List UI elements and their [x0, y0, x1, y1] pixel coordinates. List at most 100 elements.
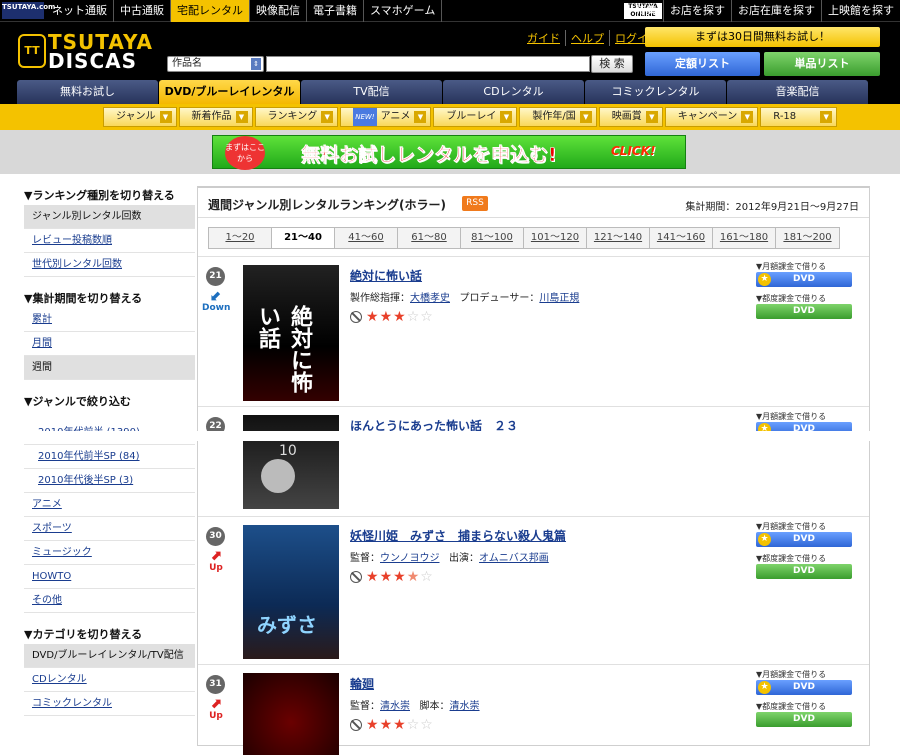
credit-value-link[interactable]: ウンノヨウジ: [380, 553, 440, 564]
page-link[interactable]: 41～60: [335, 228, 398, 248]
page-scrollbar[interactable]: [888, 186, 900, 732]
global-nav-item[interactable]: 特集: [629, 0, 664, 22]
sidebar-item-review-count[interactable]: レビュー投稿数順: [24, 229, 195, 253]
single-label: ▼都度課金で借りる: [756, 294, 827, 303]
subnav-label: ランキング: [267, 111, 318, 122]
no-entry-icon: [350, 719, 362, 731]
rss-button[interactable]: RSS: [462, 196, 488, 211]
global-nav-item[interactable]: お店在庫を探す: [732, 0, 822, 22]
tsutaya-com-logo[interactable]: TSUTAYA.com: [2, 2, 55, 19]
search-type-select[interactable]: 作品名 ⇕: [167, 56, 264, 72]
search-input[interactable]: [266, 56, 590, 72]
sidebar-item-generation[interactable]: 世代別レンタル回数: [24, 253, 195, 277]
credit-value-link[interactable]: 清水崇: [380, 701, 410, 712]
guide-link[interactable]: ガイド: [522, 30, 566, 46]
monthly-dvd-button[interactable]: ★ DVD: [756, 680, 852, 695]
sidebar-item-monthly[interactable]: 月間: [24, 332, 195, 356]
monthly-dvd-button[interactable]: ★ DVD: [756, 272, 852, 287]
tab-free-trial[interactable]: 無料お試し: [17, 80, 158, 104]
sidebar-item-total[interactable]: 累計: [24, 308, 195, 332]
item-title-link[interactable]: 妖怪川姫 みずさ 捕まらない殺人鬼篇: [350, 527, 566, 544]
new-badge: NEW!: [353, 108, 377, 126]
global-nav-item[interactable]: 電子書籍: [307, 0, 364, 22]
search-button[interactable]: 検 索: [591, 55, 633, 73]
global-nav-item[interactable]: 映像配信: [250, 0, 307, 22]
discas-logo[interactable]: TT TSUTAYA DISCAS: [18, 30, 152, 73]
dvd-jacket-image[interactable]: 絶対に怖い話: [243, 265, 339, 401]
ranking-header: 週間ジャンル別レンタルランキング(ホラー) RSS 集計期間：2012年9月21…: [198, 188, 869, 218]
single-dvd-button[interactable]: DVD: [756, 304, 852, 319]
credit-value-link[interactable]: 川島正規: [539, 293, 579, 304]
single-item-list-button[interactable]: 単品リスト: [764, 52, 880, 76]
help-link[interactable]: ヘルプ: [566, 30, 610, 46]
global-nav-item[interactable]: 上映館を探す: [822, 0, 900, 22]
tab-dvd-rental[interactable]: DVD/ブルーレイレンタル: [159, 80, 300, 104]
subnav-label: ジャンル: [116, 111, 156, 122]
subnav-anime[interactable]: NEW! アニメ ▼: [340, 107, 432, 127]
global-nav-item[interactable]: スマホゲーム: [364, 0, 443, 22]
subnav-r18[interactable]: R-18 ▼: [760, 107, 838, 127]
credit-value-link[interactable]: 大橋孝史: [410, 293, 450, 304]
dvd-label: DVD: [793, 714, 815, 724]
dvd-jacket-image[interactable]: 10: [243, 415, 339, 509]
credit-value-link[interactable]: 清水崇: [450, 701, 480, 712]
dvd-jacket-image[interactable]: みずさ: [243, 525, 339, 659]
global-nav-item[interactable]: 中古通販: [114, 0, 171, 22]
sidebar-item-genre-rental-count[interactable]: ジャンル別レンタル回数: [24, 205, 195, 229]
sidebar-item-dvd-category[interactable]: DVD/ブルーレイレンタル/TV配信: [24, 644, 195, 668]
item-title-link[interactable]: 輪廻: [350, 675, 374, 692]
subnav-campaign[interactable]: キャンペーン ▼: [664, 107, 759, 127]
sidebar-item-anime[interactable]: アニメ: [24, 493, 195, 517]
dropdown-arrow-icon: ▼: [500, 111, 513, 123]
tab-music[interactable]: 音楽配信: [727, 80, 868, 104]
credit-value-link[interactable]: オムニバス邦画: [479, 553, 549, 564]
page-link[interactable]: 181～200: [776, 228, 839, 248]
page-link[interactable]: 81～100: [461, 228, 524, 248]
subnav-bluray[interactable]: ブルーレイ ▼: [433, 107, 518, 127]
monthly-dvd-button[interactable]: ★ DVD: [756, 532, 852, 547]
tab-comic-rental[interactable]: コミックレンタル: [585, 80, 726, 104]
sidebar-item-cd-category[interactable]: CDレンタル: [24, 668, 195, 692]
page-link[interactable]: 61～80: [398, 228, 461, 248]
free-trial-promo-banner[interactable]: まずはここから 無料お試しレンタルを申込む! CLICK!: [212, 135, 686, 170]
sidebar-item-weekly[interactable]: 週間: [24, 356, 195, 380]
global-nav-item[interactable]: お店を探す: [664, 0, 732, 22]
subnav-new[interactable]: 新着作品 ▼: [178, 107, 253, 127]
flat-rate-list-button[interactable]: 定額リスト: [645, 52, 760, 76]
monthly-label: ▼月額課金で借りる: [756, 412, 827, 421]
page-link[interactable]: 121～140: [587, 228, 650, 248]
sidebar-subitem[interactable]: 2010年代前半SP (84): [24, 445, 195, 469]
sidebar-item-music[interactable]: ミュージック: [24, 541, 195, 565]
global-nav-item[interactable]: ネット通販: [46, 0, 114, 22]
single-dvd-button[interactable]: DVD: [756, 564, 852, 579]
dvd-jacket-image[interactable]: [243, 673, 339, 755]
subnav-awards[interactable]: 映画賞 ▼: [598, 107, 663, 127]
sidebar-item-other[interactable]: その他: [24, 589, 195, 613]
single-label: ▼都度課金で借りる: [756, 702, 827, 711]
page-link[interactable]: 101～120: [524, 228, 587, 248]
sidebar-subitem[interactable]: 2010年代後半SP (3): [24, 469, 195, 493]
page-link[interactable]: 1～20: [209, 228, 272, 248]
main-tabs: 無料お試し DVD/ブルーレイレンタル TV配信 CDレンタル コミックレンタル…: [0, 80, 900, 104]
tab-tv[interactable]: TV配信: [301, 80, 442, 104]
sidebar-item-sports[interactable]: スポーツ: [24, 517, 195, 541]
subnav-year-country[interactable]: 製作年/国 ▼: [519, 107, 597, 127]
page-link[interactable]: 141～160: [650, 228, 713, 248]
global-nav-item-active[interactable]: 宅配レンタル: [171, 0, 250, 22]
free-trial-banner-button[interactable]: まずは30日間無料お試し！: [645, 27, 880, 47]
sidebar-item-comic-category[interactable]: コミックレンタル: [24, 692, 195, 716]
logo-text-discas: DISCAS: [48, 49, 138, 73]
subnav-ranking[interactable]: ランキング ▼: [254, 107, 339, 127]
single-dvd-button[interactable]: DVD: [756, 712, 852, 727]
sidebar-item-howto[interactable]: HOWTO: [24, 565, 195, 589]
star-empty-icon: ☆: [420, 309, 433, 325]
item-title-link[interactable]: 絶対に怖い話: [350, 267, 422, 284]
star-empty-icon: ☆: [420, 569, 433, 585]
credit-key: 製作総指揮：: [350, 293, 410, 304]
star-icon: ★: [393, 569, 406, 585]
tab-cd-rental[interactable]: CDレンタル: [443, 80, 584, 104]
dvd-label: DVD: [793, 534, 815, 544]
subnav-genre[interactable]: ジャンル ▼: [103, 107, 177, 127]
subnav-label: 新着作品: [191, 111, 232, 122]
page-link[interactable]: 161～180: [713, 228, 776, 248]
